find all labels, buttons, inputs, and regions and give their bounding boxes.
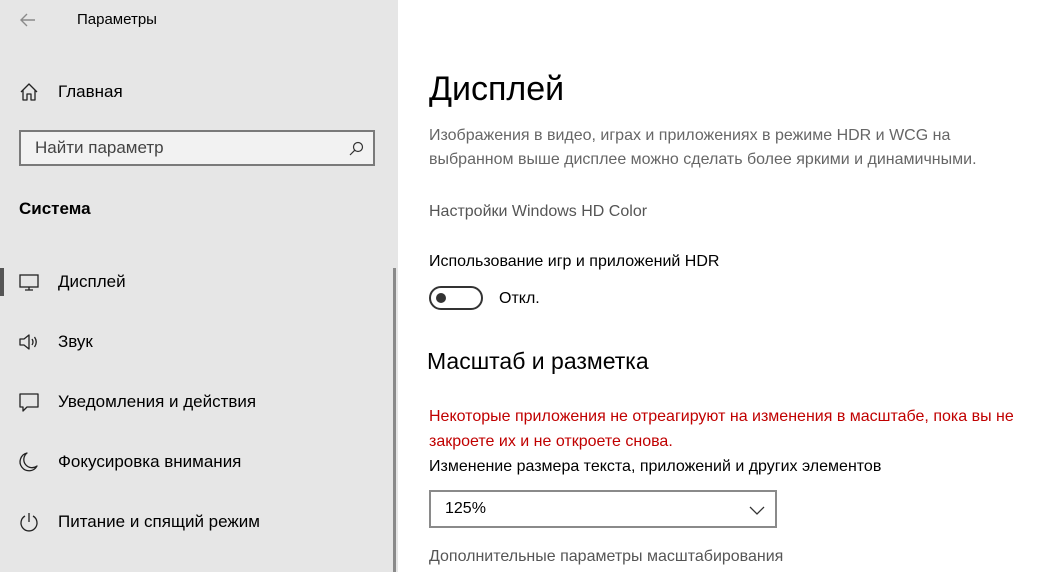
title-bar: Параметры: [0, 0, 398, 42]
sidebar-item-power[interactable]: Питание и спящий режим: [0, 492, 398, 552]
sidebar-scrollbar[interactable]: [393, 268, 396, 572]
sidebar-item-label: Питание и спящий режим: [58, 512, 260, 531]
power-icon: [18, 511, 40, 533]
sidebar-nav: Дисплей Звук Уведомления и действия Фоку…: [0, 252, 398, 552]
toggle-state-label: Откл.: [499, 290, 540, 307]
sidebar: Параметры Главная Система: [0, 0, 398, 572]
monitor-icon: [18, 271, 40, 293]
moon-icon: [18, 451, 40, 473]
sidebar-item-label: Уведомления и действия: [58, 392, 257, 411]
search-icon[interactable]: [347, 140, 365, 158]
sidebar-item-label: Дисплей: [58, 272, 126, 291]
notification-icon: [18, 391, 40, 413]
hdr-description: Изображения в видео, играх и приложениях…: [429, 127, 977, 168]
section-heading: Система: [19, 199, 91, 218]
chevron-down-icon: [749, 502, 765, 518]
scale-section-title: Масштаб и разметка: [427, 348, 649, 374]
hd-color-settings-link[interactable]: Настройки Windows HD Color: [429, 203, 647, 221]
hdr-toggle-label: Использование игр и приложений HDR: [429, 253, 720, 270]
sidebar-item-label: Фокусировка внимания: [58, 452, 242, 471]
sidebar-item-sound[interactable]: Звук: [0, 312, 398, 372]
hdr-toggle[interactable]: [429, 286, 483, 310]
advanced-scaling-link[interactable]: Дополнительные параметры масштабирования: [429, 548, 783, 566]
app-title: Параметры: [77, 11, 157, 28]
sidebar-item-home[interactable]: Главная: [0, 72, 398, 112]
selection-indicator: [0, 268, 4, 296]
scale-dropdown-value: 125%: [445, 500, 486, 517]
scale-warning: Некоторые приложения не отреагируют на и…: [429, 408, 1014, 450]
sidebar-item-notifications[interactable]: Уведомления и действия: [0, 372, 398, 432]
sidebar-item-label: Главная: [58, 82, 123, 101]
speaker-icon: [18, 331, 40, 353]
page-title: Дисплей: [429, 70, 565, 108]
sidebar-item-display[interactable]: Дисплей: [0, 252, 398, 312]
scale-dropdown[interactable]: 125%: [429, 490, 777, 528]
toggle-knob: [436, 293, 446, 303]
sidebar-item-focus-assist[interactable]: Фокусировка внимания: [0, 432, 398, 492]
sidebar-item-label: Звук: [58, 332, 93, 351]
back-button[interactable]: [14, 6, 42, 34]
search-box: [19, 130, 375, 166]
back-arrow-icon: [20, 13, 35, 27]
main-content: Дисплей Изображения в видео, играх и при…: [398, 0, 1038, 572]
scale-label: Изменение размера текста, приложений и д…: [429, 458, 882, 475]
search-input[interactable]: [21, 132, 345, 164]
home-icon: [18, 81, 40, 103]
settings-window: Параметры Главная Система: [0, 0, 1038, 572]
